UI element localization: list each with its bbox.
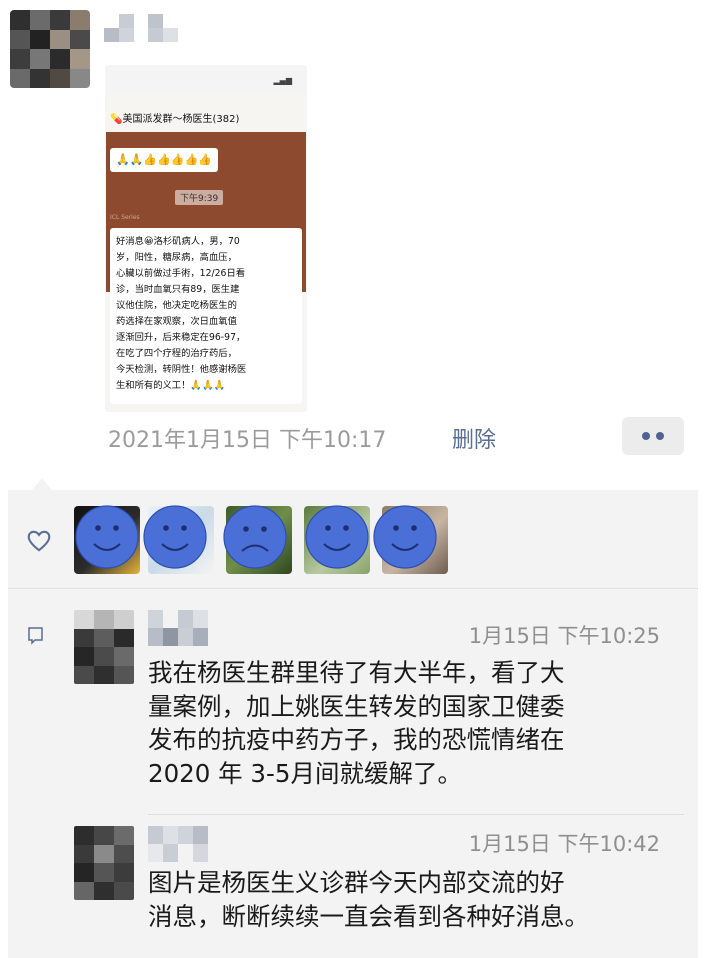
comment-text: 我在杨医生群里待了有大半年，看了大 量案例，加上姚医生转发的国家卫健委 发布的抗… — [148, 656, 688, 790]
smile-face-icon — [143, 505, 207, 569]
image-status-bar: ▂▄▆ — [106, 66, 306, 94]
comment-line: 图片是杨医生义诊群今天内部交流的好 — [148, 868, 565, 897]
comment-author-name-blurred[interactable] — [148, 610, 208, 646]
comment-author-name-blurred[interactable] — [148, 826, 208, 862]
comment-line: 我在杨医生群里待了有大半年，看了大 — [148, 658, 565, 687]
comment-line: 消息，断断续续一直会看到各种好消息。 — [148, 901, 589, 931]
image-thumbs-message: 🙏🙏👍👍👍👍👍 — [110, 148, 218, 172]
comment-line: 发布的抗疫中药方子，我的恐慌情绪在 — [148, 725, 565, 754]
comment-time: 1月15日 下午10:42 — [468, 832, 660, 856]
likes-divider — [8, 588, 698, 589]
comment-divider — [148, 814, 684, 815]
signal-icon: ▂▄▆ — [273, 76, 292, 85]
post-author-avatar[interactable] — [10, 10, 90, 88]
more-dot-icon — [642, 432, 650, 440]
post-image[interactable]: ▂▄▆ 💊美国派发群～杨医生(382) 🙏🙏👍👍👍👍👍 下午9:39 ICL S… — [106, 66, 306, 411]
comment-avatar[interactable] — [74, 610, 134, 684]
comment-time: 1月15日 下午10:25 — [468, 624, 660, 648]
comment-line: 量案例，加上姚医生转发的国家卫健委 — [148, 691, 565, 721]
comment-line: 2020 年 3-5月间就缓解了。 — [148, 758, 462, 788]
image-group-title: 💊美国派发群～杨医生(382) — [110, 114, 240, 125]
panel-pointer — [32, 478, 52, 490]
delete-link[interactable]: 删除 — [452, 422, 496, 454]
comment-icon — [28, 627, 43, 645]
comment-avatar[interactable] — [74, 826, 134, 900]
more-actions-button[interactable] — [622, 417, 684, 455]
smile-face-icon — [75, 505, 139, 569]
pill-emoji-icon: 💊 — [110, 114, 123, 125]
comment-text: 图片是杨医生义诊群今天内部交流的好 消息，断断续续一直会看到各种好消息。 — [148, 866, 688, 933]
image-time-tag: 下午9:39 — [175, 190, 224, 205]
post-date: 2021年1月15日 下午10:17 — [108, 428, 387, 453]
image-caption: ICL Series — [110, 214, 140, 221]
smile-face-icon — [373, 505, 437, 569]
image-message-text: 好消息😀洛杉矶病人，男，70 岁，阳性，糖尿病，高血压， 心臟以前做过手術，12… — [116, 236, 247, 391]
more-dot-icon — [656, 432, 664, 440]
sad-face-icon — [223, 505, 287, 569]
image-message-bubble: 好消息😀洛杉矶病人，男，70 岁，阳性，糖尿病，高血压， 心臟以前做过手術，12… — [110, 228, 302, 404]
post-author-name-blurred[interactable] — [104, 14, 178, 42]
heart-icon — [27, 530, 51, 552]
smile-face-icon — [305, 505, 369, 569]
